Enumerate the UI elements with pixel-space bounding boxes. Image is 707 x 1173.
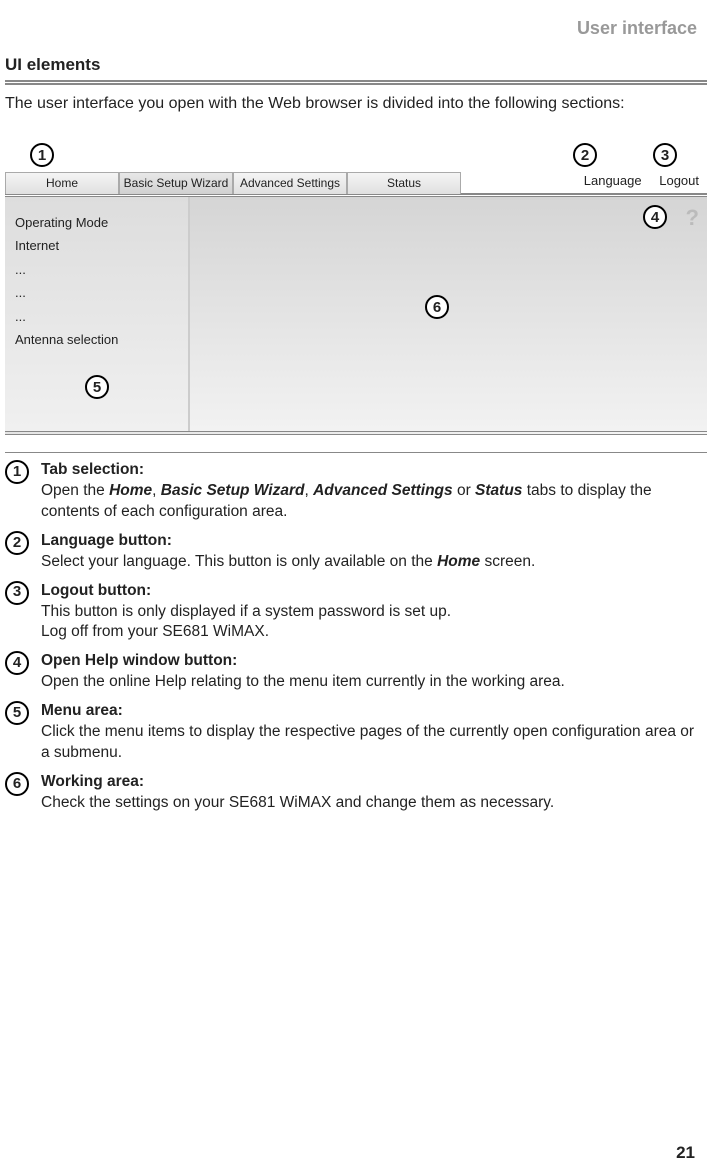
sidebar-item[interactable]: Internet xyxy=(15,234,178,257)
rule xyxy=(5,80,707,85)
desc-4: 4 Open Help window button: Open the onli… xyxy=(5,651,699,693)
desc-num-3: 3 xyxy=(5,581,29,605)
desc-body: Select your language. This button is onl… xyxy=(41,553,535,570)
desc-body: Open the Home, Basic Setup Wizard, Advan… xyxy=(41,482,652,520)
tab-home[interactable]: Home xyxy=(5,172,119,194)
desc-1: 1 Tab selection: Open the Home, Basic Se… xyxy=(5,460,699,523)
desc-body: Check the settings on your SE681 WiMAX a… xyxy=(41,794,554,811)
logout-button[interactable]: Logout xyxy=(659,173,699,188)
desc-num-5: 5 xyxy=(5,701,29,725)
tab-basic-setup[interactable]: Basic Setup Wizard xyxy=(119,172,233,194)
callout-2: 2 xyxy=(573,143,597,167)
intro-text: The user interface you open with the Web… xyxy=(5,95,702,113)
tab-advanced[interactable]: Advanced Settings xyxy=(233,172,347,194)
section-title: UI elements xyxy=(5,55,100,75)
sidebar-item[interactable]: ... xyxy=(15,305,178,328)
desc-5: 5 Menu area: Click the menu items to dis… xyxy=(5,701,699,764)
desc-3: 3 Logout button: This button is only dis… xyxy=(5,581,699,644)
sidebar-item[interactable]: Antenna selection xyxy=(15,328,178,351)
descriptions: 1 Tab selection: Open the Home, Basic Se… xyxy=(5,460,699,822)
header-buttons: Language Logout xyxy=(570,173,699,188)
page-header: User interface xyxy=(577,18,697,39)
desc-num-4: 4 xyxy=(5,651,29,675)
sidebar-item[interactable]: Operating Mode xyxy=(15,211,178,234)
callout-4: 4 xyxy=(643,205,667,229)
desc-body: Open the online Help relating to the men… xyxy=(41,673,565,690)
desc-body: This button is only displayed if a syste… xyxy=(41,603,451,620)
desc-title: Working area: xyxy=(41,773,144,790)
desc-body: Log off from your SE681 WiMAX. xyxy=(41,623,269,640)
page-number: 21 xyxy=(676,1143,695,1163)
working-area: ? xyxy=(190,197,707,431)
desc-num-6: 6 xyxy=(5,772,29,796)
desc-rule xyxy=(5,452,707,453)
tab-status[interactable]: Status xyxy=(347,172,461,194)
desc-title: Language button: xyxy=(41,532,172,549)
language-button[interactable]: Language xyxy=(584,173,642,188)
callout-1: 1 xyxy=(30,143,54,167)
callout-6: 6 xyxy=(425,295,449,319)
callout-3: 3 xyxy=(653,143,677,167)
sidebar-item[interactable]: ... xyxy=(15,281,178,304)
desc-title: Logout button: xyxy=(41,582,151,599)
desc-2: 2 Language button: Select your language.… xyxy=(5,531,699,573)
body-area: Operating Mode Internet ... ... ... Ante… xyxy=(5,197,707,435)
desc-title: Tab selection: xyxy=(41,461,144,478)
callout-5: 5 xyxy=(85,375,109,399)
desc-num-1: 1 xyxy=(5,460,29,484)
ui-diagram: Home Basic Setup Wizard Advanced Setting… xyxy=(5,135,707,445)
desc-6: 6 Working area: Check the settings on yo… xyxy=(5,772,699,814)
help-icon[interactable]: ? xyxy=(686,205,699,231)
desc-title: Menu area: xyxy=(41,702,123,719)
desc-num-2: 2 xyxy=(5,531,29,555)
desc-body: Click the menu items to display the resp… xyxy=(41,723,694,761)
desc-title: Open Help window button: xyxy=(41,652,237,669)
sidebar-item[interactable]: ... xyxy=(15,258,178,281)
